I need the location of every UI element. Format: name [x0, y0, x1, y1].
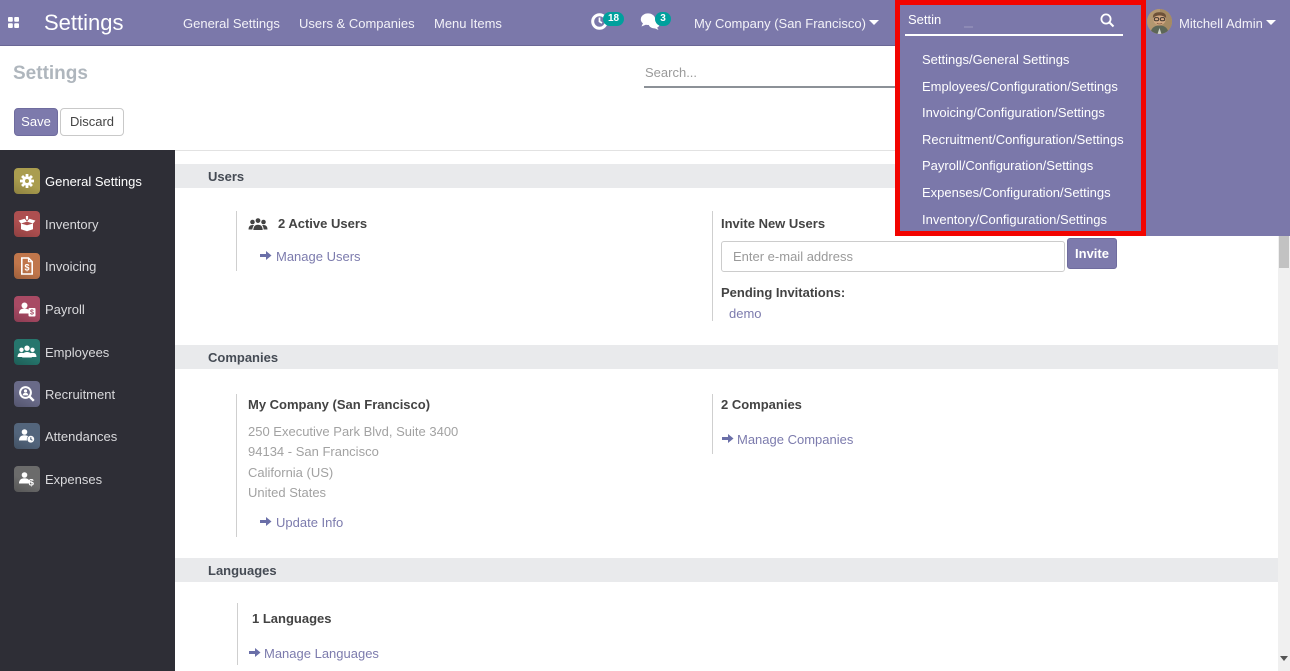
- svg-text:$: $: [29, 477, 35, 488]
- svg-text:$: $: [30, 310, 34, 317]
- svg-text:$: $: [24, 263, 29, 273]
